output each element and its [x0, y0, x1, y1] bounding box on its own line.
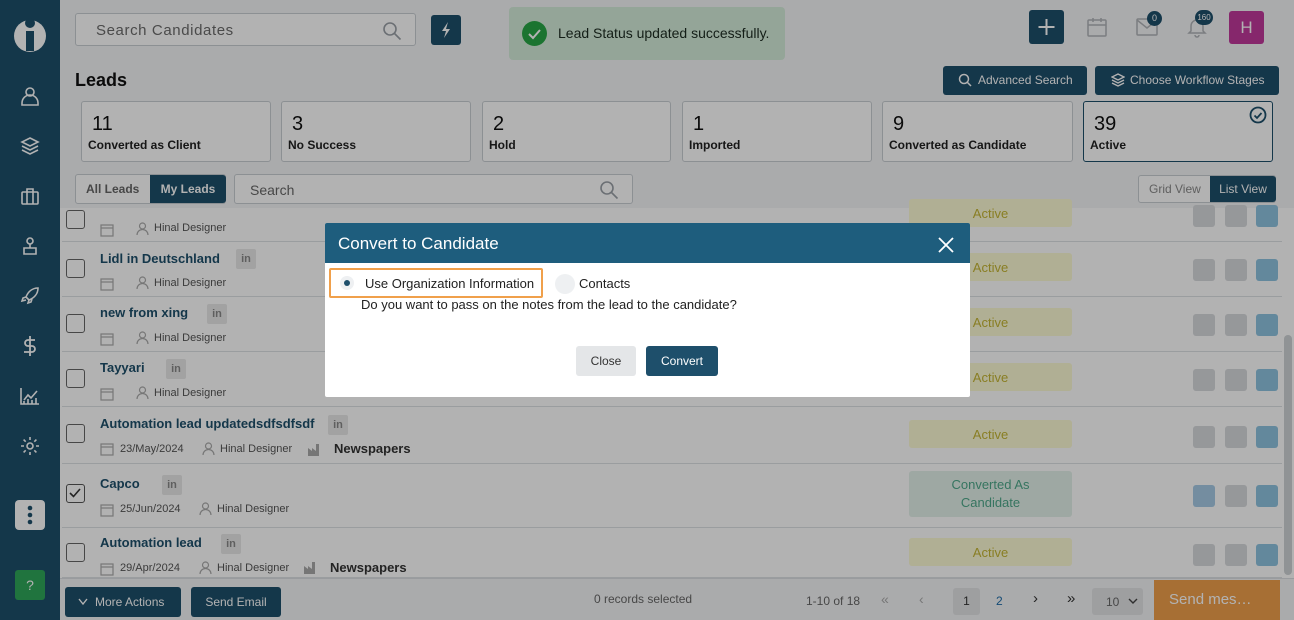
contacts-radio[interactable] — [555, 274, 575, 294]
radio-selected[interactable] — [340, 276, 354, 290]
dialog-title: Convert to Candidate — [338, 234, 499, 253]
use-organization-option[interactable]: Use Organization Information — [329, 268, 543, 298]
contacts-label[interactable]: Contacts — [579, 276, 630, 291]
convert-candidate-dialog: Convert to Candidate Use Organization In… — [325, 223, 970, 397]
dialog-question: Do you want to pass on the notes from th… — [361, 297, 737, 312]
dialog-header: Convert to Candidate — [325, 223, 970, 263]
use-organization-label: Use Organization Information — [365, 276, 535, 291]
convert-button[interactable]: Convert — [646, 346, 718, 376]
close-icon[interactable] — [938, 237, 954, 253]
close-button[interactable]: Close — [576, 346, 636, 376]
